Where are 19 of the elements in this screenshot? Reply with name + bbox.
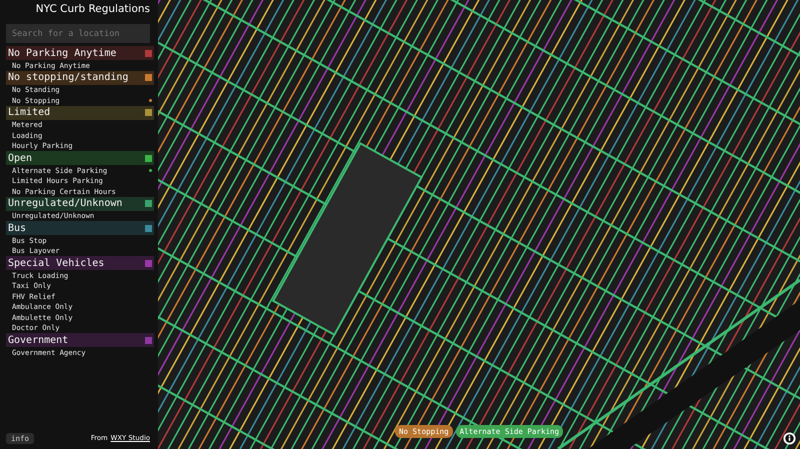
category-header[interactable]: Limited [6,106,154,120]
category-name: Government [8,334,68,346]
category-header[interactable]: Government [6,333,154,347]
category-name: Bus [8,222,26,234]
category-name: No Parking Anytime [8,48,116,58]
category-name: Unregulated/Unknown [8,198,122,209]
app-title: NYC Curb Regulations [34,2,150,17]
category-header[interactable]: No Parking Anytime [6,46,154,60]
category-header[interactable]: Unregulated/Unknown [6,196,154,210]
category-header[interactable]: No stopping/standing [6,70,154,84]
category-header[interactable]: Special Vehicles [6,256,154,270]
category-name: Open [8,152,32,164]
info-icon[interactable] [783,432,796,445]
category-header[interactable]: Open [6,151,154,165]
category-header[interactable]: Bus [6,221,154,235]
search-field[interactable]: Search for a location [6,24,150,43]
category-name: Special Vehicles [8,258,104,268]
category-name: Limited [8,107,50,118]
category-name: No stopping/standing [8,72,128,83]
